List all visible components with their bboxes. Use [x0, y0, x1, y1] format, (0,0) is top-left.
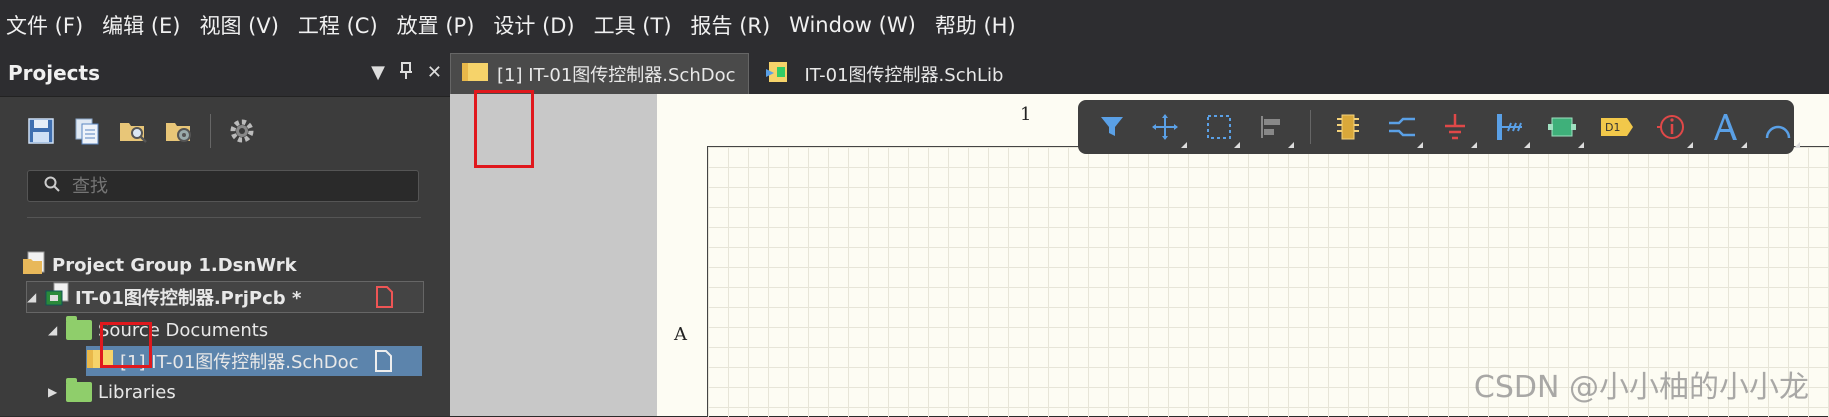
- menu-place[interactable]: 放置 (P): [391, 10, 488, 40]
- menu-reports[interactable]: 报告 (R): [685, 10, 784, 40]
- component-icon[interactable]: [1333, 110, 1364, 144]
- tab-schlib[interactable]: IT-01图传控制器.SchLib: [755, 54, 1016, 94]
- dropdown-corner-icon: [1287, 142, 1294, 148]
- tree-item-label: Project Group 1.DsnWrk: [52, 254, 297, 276]
- dropdown-corner-icon: [1180, 142, 1187, 148]
- collapsed-arrow-icon[interactable]: ▶: [48, 385, 62, 399]
- tree-item-label: IT-01图传控制器.PrjPcb *: [75, 288, 302, 309]
- active-bar-toolbar: D1: [1078, 100, 1800, 154]
- bus-icon[interactable]: [1493, 110, 1531, 148]
- dropdown-icon[interactable]: ▼: [371, 62, 385, 85]
- svg-text:D1: D1: [1605, 121, 1620, 134]
- menu-tools[interactable]: 工具 (T): [588, 10, 685, 40]
- dropdown-corner-icon: [1740, 142, 1747, 148]
- pcb-project-icon: [45, 282, 71, 313]
- tree-item-label: [1] IT-01图传控制器.SchDoc: [120, 352, 359, 373]
- save-icon[interactable]: [26, 116, 56, 146]
- highlight-box: [474, 90, 534, 168]
- panel-header: Projects ▼ ✕: [0, 50, 450, 97]
- zone-row-label: A: [674, 324, 687, 345]
- menu-window[interactable]: Window (W): [783, 13, 929, 37]
- tab-schdoc[interactable]: [1] IT-01图传控制器.SchDoc: [450, 53, 749, 94]
- tab-bar: [1] IT-01图传控制器.SchDoc IT-01图传控制器.SchLib: [450, 50, 1829, 94]
- tree-item-source-documents[interactable]: ◢ Source Documents: [48, 315, 268, 345]
- search-icon: [44, 176, 60, 196]
- dropdown-corner-icon: [1470, 142, 1477, 148]
- zone-column-label: 1: [1020, 104, 1032, 125]
- dropdown-corner-icon: [1577, 142, 1584, 148]
- search-divider: [27, 217, 421, 218]
- menu-help[interactable]: 帮助 (H): [929, 10, 1029, 40]
- dropdown-corner-icon: [1793, 142, 1800, 148]
- search-input[interactable]: [70, 174, 374, 198]
- panel-controls: ▼ ✕: [371, 61, 442, 85]
- expand-arrow-icon[interactable]: ◢: [48, 323, 62, 337]
- highlight-box: [100, 322, 152, 368]
- menu-design[interactable]: 设计 (D): [487, 10, 587, 40]
- sheet-symbol-icon[interactable]: [1546, 110, 1584, 148]
- dropdown-corner-icon: [1687, 142, 1694, 148]
- panel-title: Projects: [8, 61, 101, 85]
- menu-file[interactable]: 文件 (F): [0, 10, 96, 40]
- document-icon: [374, 350, 392, 377]
- panel-toolbar: [0, 97, 450, 165]
- tree-item-project[interactable]: ◢ IT-01图传控制器.PrjPcb *: [26, 281, 424, 313]
- align-icon[interactable]: [1256, 110, 1294, 148]
- parameter-icon[interactable]: [1656, 110, 1694, 148]
- schlib-icon: [765, 59, 791, 90]
- menu-view[interactable]: 视图 (V): [193, 10, 291, 40]
- search-box[interactable]: [27, 170, 419, 202]
- tree-item-project-group[interactable]: Project Group 1.DsnWrk: [22, 250, 297, 280]
- dropdown-corner-icon: [1234, 142, 1241, 148]
- menu-edit[interactable]: 编辑 (E): [96, 10, 193, 40]
- close-icon[interactable]: ✕: [427, 62, 442, 85]
- tree-item-libraries[interactable]: ▶ Libraries: [48, 377, 176, 407]
- move-icon[interactable]: [1149, 110, 1187, 148]
- schdoc-icon: [461, 61, 489, 88]
- copy-doc-icon[interactable]: [72, 116, 102, 146]
- dropdown-corner-icon: [1417, 142, 1424, 148]
- folder-icon: [66, 378, 92, 402]
- watermark: CSDN @小小柚的小小龙: [1473, 370, 1809, 405]
- document-modified-icon: [375, 286, 393, 313]
- menu-project[interactable]: 工程 (C): [292, 10, 391, 40]
- pin-icon[interactable]: [399, 61, 413, 85]
- menu-bar: 文件 (F) 编辑 (E) 视图 (V) 工程 (C) 放置 (P) 设计 (D…: [0, 0, 1829, 51]
- ground-icon[interactable]: [1439, 110, 1477, 148]
- expand-arrow-icon[interactable]: ◢: [27, 290, 41, 304]
- tree-item-label: Libraries: [98, 381, 176, 403]
- designator-icon[interactable]: D1: [1600, 110, 1634, 144]
- folder-gear-icon[interactable]: [164, 116, 194, 146]
- project-group-icon: [22, 250, 48, 281]
- projects-panel: Projects ▼ ✕ 查找 Project Group 1.DsnWrk ◢…: [0, 50, 451, 416]
- folder-search-icon[interactable]: [118, 116, 148, 146]
- dropdown-corner-icon: [1524, 142, 1531, 148]
- tab-label: IT-01图传控制器.SchLib: [804, 65, 1004, 86]
- toolbar-divider: [210, 114, 211, 148]
- arc-icon[interactable]: [1763, 110, 1800, 148]
- wire-icon[interactable]: [1386, 110, 1424, 148]
- settings-gear-icon[interactable]: [227, 116, 257, 146]
- select-rect-icon[interactable]: [1203, 110, 1241, 148]
- text-icon[interactable]: [1709, 110, 1747, 148]
- tab-label: [1] IT-01图传控制器.SchDoc: [497, 65, 736, 86]
- toolbar-divider: [1309, 110, 1311, 144]
- filter-icon[interactable]: [1096, 110, 1127, 144]
- folder-icon: [66, 316, 92, 340]
